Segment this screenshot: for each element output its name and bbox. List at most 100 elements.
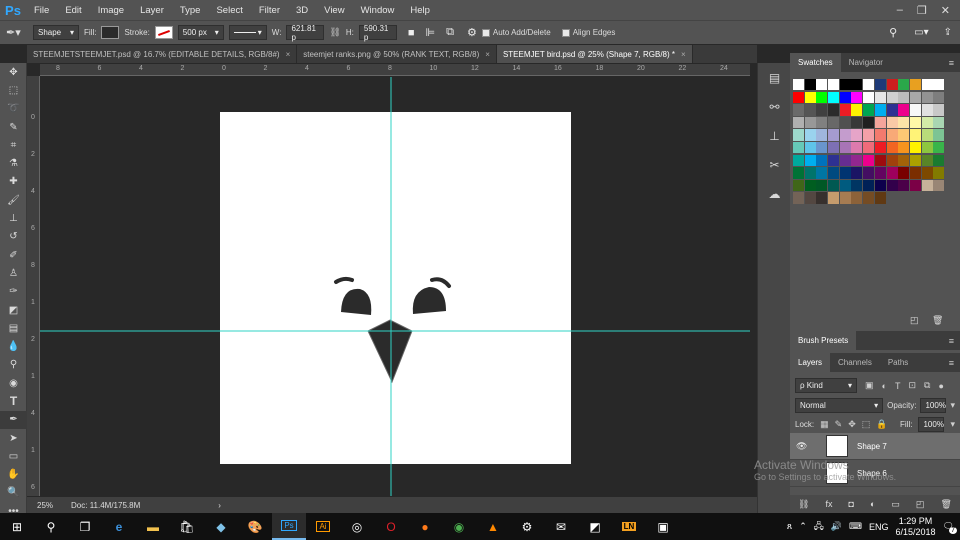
color-swatch[interactable] — [921, 79, 933, 91]
notes-icon[interactable]: ◩ — [578, 513, 612, 540]
move-tool-icon[interactable]: ✥ — [0, 63, 27, 81]
menu-window[interactable]: Window — [353, 5, 403, 16]
color-swatch[interactable] — [933, 154, 945, 166]
layer-row-shape-7[interactable]: 👁 Shape 7 — [790, 433, 960, 460]
color-swatch[interactable] — [898, 129, 910, 141]
color-swatch[interactable] — [804, 91, 816, 103]
paint-icon[interactable]: 🎨 — [238, 513, 272, 540]
stroke-size-field[interactable]: 500 px ▾ — [177, 25, 224, 40]
chevron-down-icon[interactable]: ▾ — [950, 400, 955, 411]
color-swatch[interactable] — [851, 192, 863, 204]
history-icon[interactable]: ▤ — [758, 63, 791, 92]
chevron-up-icon[interactable]: ⌃ — [799, 521, 807, 532]
blend-mode-dropdown[interactable]: Normal ▾ — [795, 398, 884, 413]
color-swatch[interactable] — [804, 116, 816, 129]
store-icon[interactable]: 🛍 — [170, 513, 204, 540]
minimize-button[interactable]: – — [897, 4, 903, 17]
color-swatch[interactable] — [886, 91, 898, 103]
menu-edit[interactable]: Edit — [57, 5, 89, 16]
explorer-icon[interactable]: ▬ — [136, 513, 170, 540]
panel-menu-icon[interactable]: ≡ — [949, 358, 960, 368]
menu-view[interactable]: View — [316, 5, 352, 16]
panel-menu-icon[interactable]: ≡ — [949, 336, 960, 346]
color-swatch[interactable] — [921, 179, 933, 192]
height-field[interactable]: 590.31 p — [358, 24, 397, 42]
history-brush-icon[interactable]: ✑ — [0, 283, 27, 301]
color-swatch[interactable] — [793, 141, 804, 154]
lock-all-icon[interactable]: 🔒 — [876, 419, 887, 430]
color-swatch[interactable] — [921, 116, 933, 129]
task-view-icon[interactable]: ❐ — [68, 513, 102, 540]
close-button[interactable]: ✕ — [941, 4, 950, 17]
color-swatch[interactable] — [793, 129, 804, 141]
color-swatch[interactable] — [863, 129, 875, 141]
canvas-area[interactable] — [40, 77, 750, 496]
color-swatch[interactable] — [839, 167, 851, 179]
color-swatch[interactable] — [828, 192, 840, 204]
workspace-icon[interactable]: ▭▾ — [914, 27, 928, 38]
edge-icon[interactable]: e — [102, 513, 136, 540]
menu-layer[interactable]: Layer — [132, 5, 172, 16]
layer-row-shape-6[interactable]: Shape 6 — [790, 460, 960, 487]
color-swatch[interactable] — [828, 141, 840, 154]
color-swatch[interactable] — [828, 129, 840, 141]
color-swatch[interactable] — [793, 79, 804, 91]
auto-add-delete-checkbox[interactable]: Auto Add/Delete — [481, 28, 551, 37]
color-swatch[interactable] — [804, 179, 816, 192]
color-swatch[interactable] — [828, 116, 840, 129]
color-swatch[interactable] — [863, 79, 875, 91]
new-swatch-icon[interactable]: ◰ — [910, 315, 919, 326]
photoshop-logo[interactable]: Ps — [0, 0, 26, 20]
color-swatch[interactable] — [804, 154, 816, 166]
filter-pixel-icon[interactable]: ▣ — [865, 380, 874, 391]
notification-icon[interactable]: 🗨 7 — [943, 521, 957, 534]
path-arrangement-icon[interactable]: ⧉ — [446, 26, 454, 39]
color-swatch[interactable] — [909, 167, 921, 179]
color-swatch[interactable] — [933, 104, 945, 116]
eye-icon[interactable]: 👁 — [796, 441, 807, 452]
link-layers-icon[interactable]: ⛓ — [798, 499, 809, 510]
color-swatch[interactable] — [874, 129, 886, 141]
color-swatch[interactable] — [909, 79, 921, 91]
color-swatch[interactable] — [851, 129, 863, 141]
color-swatch[interactable] — [863, 154, 875, 166]
color-swatch[interactable] — [804, 129, 816, 141]
color-swatch[interactable] — [816, 91, 828, 103]
color-swatch[interactable] — [886, 116, 898, 129]
color-swatch[interactable] — [816, 79, 828, 91]
color-swatch[interactable] — [886, 179, 898, 192]
color-swatch[interactable] — [828, 154, 840, 166]
stroke-type-dropdown[interactable]: ▾ — [228, 25, 267, 40]
color-swatch[interactable] — [921, 141, 933, 154]
sponge-tool-icon[interactable]: ◉ — [0, 374, 27, 392]
color-swatch[interactable] — [874, 91, 886, 103]
media-icon[interactable]: ▣ — [646, 513, 680, 540]
stamp-tool-icon[interactable]: ♙ — [0, 264, 27, 282]
color-swatch[interactable] — [898, 79, 910, 91]
color-swatch[interactable] — [874, 167, 886, 179]
layer-name[interactable]: Shape 6 — [857, 469, 887, 478]
color-swatch[interactable] — [816, 179, 828, 192]
brush-tool-icon[interactable]: 🖌 — [0, 191, 27, 209]
stroke-swatch[interactable] — [154, 26, 173, 39]
color-swatch[interactable] — [816, 129, 828, 141]
color-swatch[interactable] — [804, 192, 816, 204]
color-swatch[interactable] — [933, 79, 945, 91]
tab-steemjetsteemjet[interactable]: STEEMJETSTEEMJET.psd @ 16.7% (EDITABLE D… — [27, 45, 298, 63]
color-swatch[interactable] — [921, 167, 933, 179]
color-swatch[interactable] — [816, 154, 828, 166]
color-swatch[interactable] — [886, 79, 898, 91]
color-swatch[interactable] — [804, 141, 816, 154]
lasso-tool-icon[interactable]: ➰ — [0, 100, 27, 118]
color-swatch[interactable] — [874, 79, 886, 91]
color-swatch[interactable] — [816, 116, 828, 129]
color-swatch[interactable] — [898, 116, 910, 129]
color-swatch[interactable] — [863, 179, 875, 192]
color-swatch[interactable] — [886, 141, 898, 154]
color-swatch[interactable] — [816, 141, 828, 154]
color-swatch[interactable] — [863, 116, 875, 129]
color-swatch[interactable] — [804, 167, 816, 179]
color-swatch[interactable] — [828, 179, 840, 192]
color-swatch[interactable] — [828, 91, 840, 103]
windows-icon[interactable]: ⊞ — [0, 513, 34, 540]
